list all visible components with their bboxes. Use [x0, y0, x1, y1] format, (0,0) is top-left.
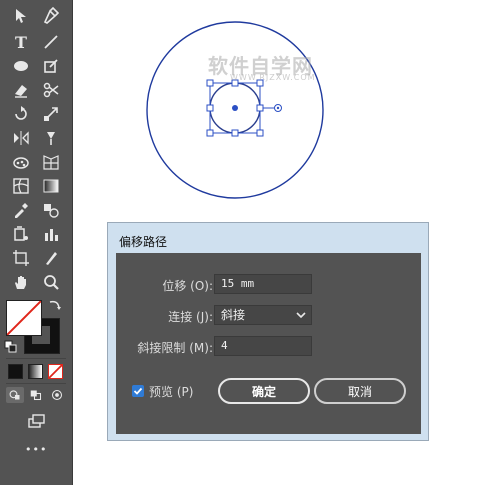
column-graph-icon[interactable]	[40, 223, 62, 245]
gradient-icon[interactable]	[40, 175, 62, 197]
shaper-icon[interactable]	[40, 55, 62, 77]
gradient-mode-button[interactable]	[28, 364, 43, 379]
rotate-icon[interactable]	[10, 103, 32, 125]
draw-inside-icon[interactable]	[48, 387, 66, 403]
none-mode-button[interactable]	[48, 364, 63, 379]
miter-limit-label: 斜接限制 (M):	[137, 341, 213, 355]
chevron-down-icon	[296, 306, 306, 331]
ok-button[interactable]: 确定	[218, 378, 310, 404]
eyedropper-icon[interactable]	[10, 199, 32, 221]
cancel-button[interactable]: 取消	[314, 378, 406, 404]
draw-behind-icon[interactable]	[27, 387, 45, 403]
color-mode-button[interactable]	[8, 364, 23, 379]
tools-panel: T •••	[0, 0, 73, 485]
watermark-url: WWW.RJZXW.COM	[230, 73, 316, 82]
none-slash-icon	[7, 301, 41, 335]
offset-input[interactable]: 15 mm	[214, 274, 312, 294]
offset-path-dialog: 偏移路径 位移 (O): 15 mm 连接 (J): 斜接 斜接限制 (M): …	[107, 222, 429, 441]
none-slash-icon	[49, 365, 62, 378]
zoom-icon[interactable]	[40, 271, 62, 293]
joins-selected-value: 斜接	[221, 308, 246, 322]
center-point	[232, 105, 238, 111]
blend-icon[interactable]	[40, 199, 62, 221]
miter-limit-input[interactable]: 4	[214, 336, 312, 356]
eraser-icon[interactable]	[10, 79, 32, 101]
checkmark-icon	[133, 387, 143, 395]
dialog-body: 位移 (O): 15 mm 连接 (J): 斜接 斜接限制 (M): 4 预览 …	[116, 253, 421, 434]
screen-mode-icon[interactable]	[25, 410, 47, 432]
ellipse-icon[interactable]	[10, 55, 32, 77]
artboard-icon[interactable]	[10, 247, 32, 269]
perspective-grid-icon[interactable]	[40, 151, 62, 173]
fill-swatch[interactable]	[6, 300, 42, 336]
line-segment-icon[interactable]	[40, 31, 62, 53]
puppet-warp-icon[interactable]	[40, 127, 62, 149]
slice-icon[interactable]	[40, 247, 62, 269]
offset-label: 位移 (O):	[162, 279, 213, 293]
joins-select[interactable]: 斜接	[214, 305, 312, 325]
joins-label: 连接 (J):	[168, 310, 213, 324]
type-icon[interactable]: T	[10, 31, 32, 53]
dialog-title: 偏移路径	[119, 235, 168, 249]
reflect-icon[interactable]	[10, 127, 32, 149]
separator	[6, 358, 66, 359]
preview-label: 预览 (P)	[149, 385, 194, 399]
separator	[6, 383, 66, 384]
default-fill-stroke-icon[interactable]	[4, 340, 18, 354]
edit-toolbar-button[interactable]: •••	[25, 443, 47, 456]
mesh-icon[interactable]	[10, 175, 32, 197]
pen-icon[interactable]	[40, 5, 62, 27]
scissors-icon[interactable]	[40, 79, 62, 101]
draw-normal-icon[interactable]	[6, 387, 24, 403]
swap-fill-stroke-icon[interactable]	[48, 298, 62, 312]
hand-icon[interactable]	[10, 271, 32, 293]
live-paint-bucket-icon[interactable]	[10, 223, 32, 245]
preview-checkbox[interactable]	[132, 385, 144, 397]
direct-selection-icon[interactable]	[10, 5, 32, 27]
scale-icon[interactable]	[40, 103, 62, 125]
symbol-sprayer-icon[interactable]	[10, 151, 32, 173]
